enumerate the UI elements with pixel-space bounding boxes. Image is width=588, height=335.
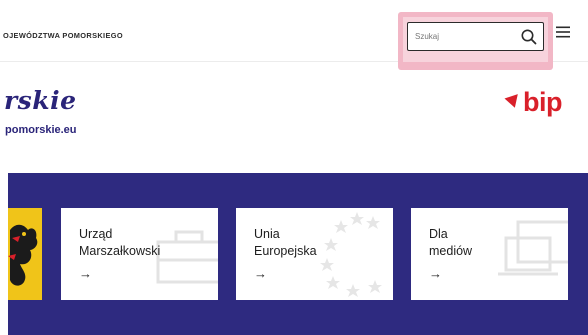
search-box[interactable]: [407, 22, 544, 51]
pomorskie-logo[interactable]: rskie: [4, 86, 76, 116]
bip-logo[interactable]: bip: [504, 87, 568, 120]
card-label: Unia Europejska: [254, 227, 317, 258]
coat-of-arms-icon: [8, 208, 42, 300]
search-input[interactable]: [408, 23, 516, 49]
bip-flag-icon: [504, 94, 522, 110]
search-icon[interactable]: [520, 28, 538, 46]
logo-domain: pomorskie.eu: [5, 124, 77, 136]
arrow-right-icon: →: [429, 266, 442, 281]
card-label: Urząd Marszałkowski: [79, 227, 161, 258]
bip-text: bip: [523, 87, 563, 117]
hamburger-menu-icon[interactable]: [556, 26, 570, 38]
card-urzad-marszalkowski[interactable]: Urząd Marszałkowski →: [61, 208, 218, 300]
card-label: Dla mediów: [429, 227, 473, 258]
card-dla-mediow[interactable]: Dla mediów →: [411, 208, 568, 300]
arrow-right-icon: →: [79, 266, 92, 281]
card-unia-europejska[interactable]: Unia Europejska →: [236, 208, 393, 300]
arrow-right-icon: →: [254, 266, 267, 281]
site-title: OJEWÓDZTWA POMORSKIEGO: [3, 31, 123, 40]
